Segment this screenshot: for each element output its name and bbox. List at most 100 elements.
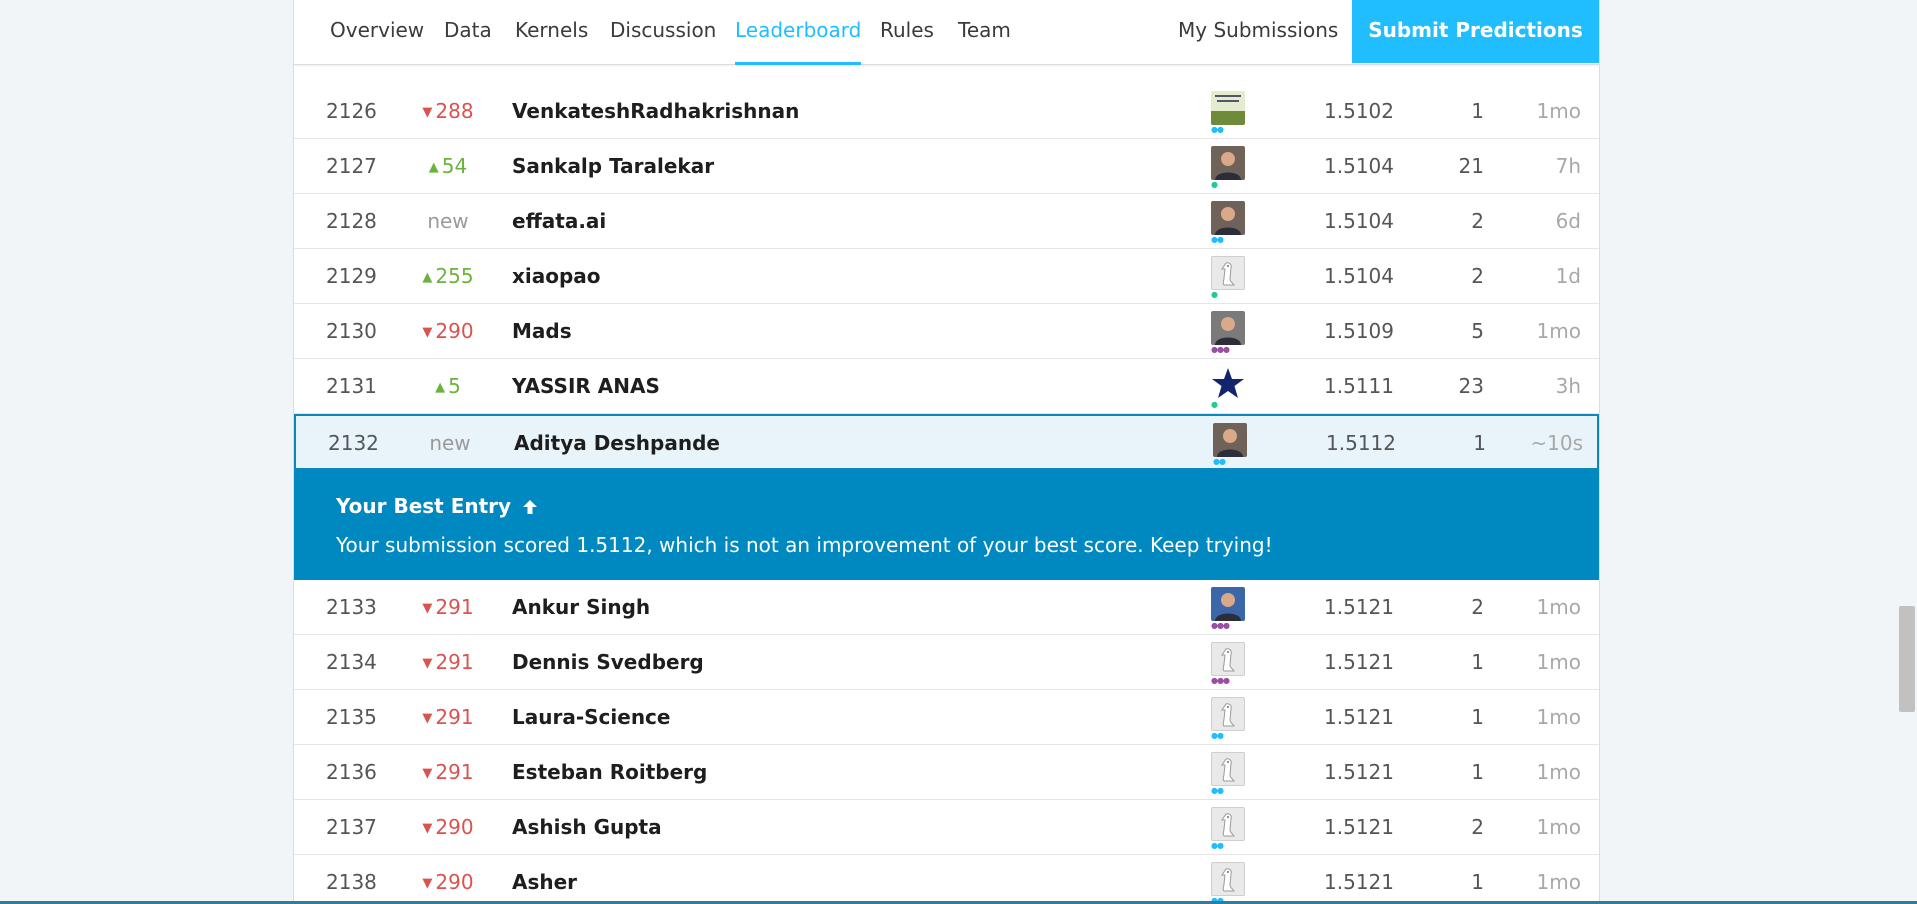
score-cell: 1.5121 [1324,595,1394,619]
entries-cell: 1 [1471,99,1484,123]
rank-change-cell: ▼ 291 [394,745,502,799]
last-submission-cell: 1mo [1536,99,1581,123]
rank-change-value: 288 [435,99,474,123]
rank-change-value: new [427,209,469,233]
triangle-up-icon: ▲ [428,160,439,175]
entries-cell: 21 [1458,154,1484,178]
avatar[interactable] [1211,862,1245,896]
scrollbar-thumb[interactable] [1899,606,1915,712]
tab-data[interactable]: Data [444,0,492,62]
triangle-down-icon: ▼ [422,766,433,781]
rank-cell: 2129 [326,264,377,288]
my-submissions-link[interactable]: My Submissions [1178,0,1338,62]
rank-change-cell: ▼ 290 [394,304,502,358]
table-row[interactable]: 2130 ▼ 290 Mads ●●● 1.5109 5 1mo [294,304,1599,359]
score-cell: 1.5104 [1324,154,1394,178]
team-name-link[interactable]: Asher [512,855,577,904]
rank-change-value: 291 [435,650,474,674]
rank-change-cell: new [396,416,504,470]
tab-team[interactable]: Team [958,0,1011,62]
entries-cell: 1 [1471,870,1484,894]
avatar[interactable] [1211,366,1245,400]
last-submission-cell: 1mo [1536,760,1581,784]
scrollbar-track[interactable] [1895,0,1917,904]
table-row-current-user[interactable]: 2132 new Aditya Deshpande ●● 1.5112 1 ~10s [294,414,1599,470]
team-name-link[interactable]: Sankalp Taralekar [512,139,714,193]
rank-cell: 2126 [326,99,377,123]
tab-kernels[interactable]: Kernels [515,0,588,62]
score-cell: 1.5102 [1324,99,1394,123]
rank-cell: 2132 [328,431,379,455]
table-row[interactable]: 2126 ▼ 288 VenkateshRadhakrishnan ●● 1.5102 1 1… [294,84,1599,139]
avatar[interactable] [1211,752,1245,786]
submit-predictions-button[interactable]: Submit Predictions [1352,0,1599,63]
avatar[interactable] [1211,807,1245,841]
entries-cell: 2 [1471,595,1484,619]
avatar[interactable] [1211,146,1245,180]
team-name-link[interactable]: Mads [512,304,572,358]
team-name-link[interactable]: Esteban Roitberg [512,745,707,799]
banner-message: Your submission scored 1.5112, which is … [336,533,1273,557]
arrow-up-icon [523,500,538,514]
entries-cell: 2 [1471,815,1484,839]
rank-cell: 2135 [326,705,377,729]
table-row[interactable]: 2137 ▼ 290 Ashish Gupta ●● 1.5121 2 1mo [294,800,1599,855]
tab-leaderboard[interactable]: Leaderboard [735,0,862,65]
rank-cell: 2131 [326,374,377,398]
entries-cell: 1 [1473,431,1486,455]
tab-discussion[interactable]: Discussion [610,0,716,62]
last-submission-cell: 6d [1555,209,1581,233]
avatar[interactable] [1211,256,1245,290]
entries-cell: 1 [1471,705,1484,729]
team-name-link[interactable]: Dennis Svedberg [512,635,704,689]
tier-dots-icon: ●● [1211,235,1224,244]
avatar[interactable] [1211,91,1245,125]
rank-cell: 2133 [326,595,377,619]
avatar[interactable] [1211,201,1245,235]
best-entry-banner: Your Best Entry Your submission scored 1… [294,470,1599,580]
team-name-link[interactable]: Laura-Science [512,690,670,744]
avatar[interactable] [1211,587,1245,621]
team-name-link[interactable]: YASSIR ANAS [512,359,660,413]
score-cell: 1.5109 [1324,319,1394,343]
table-row[interactable]: 2136 ▼ 291 Esteban Roitberg ●● 1.5121 1 1mo [294,745,1599,800]
table-row[interactable]: 2129 ▲ 255 xiaopao ● 1.5104 2 1d [294,249,1599,304]
team-name-link[interactable]: effata.ai [512,194,606,248]
tier-dots-icon: ● [1211,400,1218,409]
table-row[interactable]: 2135 ▼ 291 Laura-Science ●● 1.5121 1 1mo [294,690,1599,745]
avatar[interactable] [1211,697,1245,731]
team-name-link[interactable]: Ashish Gupta [512,800,662,854]
table-row[interactable]: 2134 ▼ 291 Dennis Svedberg ●●● 1.5121 1 1mo [294,635,1599,690]
triangle-down-icon: ▼ [422,325,433,340]
table-row[interactable]: 2127 ▲ 54 Sankalp Taralekar ● 1.5104 21 7h [294,139,1599,194]
score-cell: 1.5121 [1324,870,1394,894]
table-row[interactable]: 2133 ▼ 291 Ankur Singh ●●● 1.5121 2 1mo [294,580,1599,635]
table-row[interactable]: 2128 new effata.ai ●● 1.5104 2 6d [294,194,1599,249]
avatar[interactable] [1213,423,1247,457]
rank-change-value: 5 [448,374,461,398]
team-name-link[interactable]: xiaopao [512,249,601,303]
tab-rules[interactable]: Rules [880,0,934,62]
team-name-link[interactable]: Aditya Deshpande [514,416,720,470]
entries-cell: 2 [1471,209,1484,233]
tier-dots-icon: ●● [1211,125,1224,134]
tier-dots-icon: ●● [1211,786,1224,795]
team-name-link[interactable]: Ankur Singh [512,580,650,634]
avatar[interactable] [1211,311,1245,345]
table-row[interactable]: 2138 ▼ 290 Asher ●● 1.5121 1 1mo [294,855,1599,904]
entries-cell: 5 [1471,319,1484,343]
rank-change-value: 291 [435,595,474,619]
tier-dots-icon: ●● [1213,457,1226,466]
score-cell: 1.5121 [1324,650,1394,674]
rank-change-value: 290 [435,319,474,343]
team-name-link[interactable]: VenkateshRadhakrishnan [512,84,799,138]
avatar[interactable] [1211,642,1245,676]
rank-cell: 2128 [326,209,377,233]
score-cell: 1.5121 [1324,760,1394,784]
rank-change-cell: ▼ 291 [394,580,502,634]
triangle-up-icon: ▲ [422,270,433,285]
tab-overview[interactable]: Overview [330,0,424,62]
rank-cell: 2136 [326,760,377,784]
table-row[interactable]: 2131 ▲ 5 YASSIR ANAS ● 1.5111 23 3h [294,359,1599,414]
triangle-up-icon: ▲ [435,380,446,395]
